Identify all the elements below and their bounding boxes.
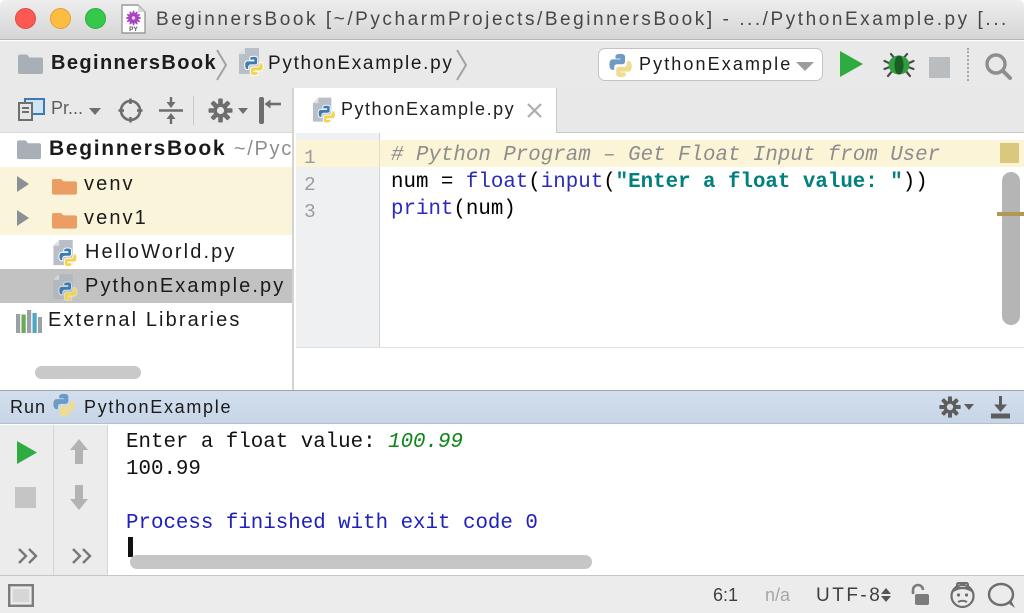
svg-text:PY: PY bbox=[129, 26, 138, 33]
